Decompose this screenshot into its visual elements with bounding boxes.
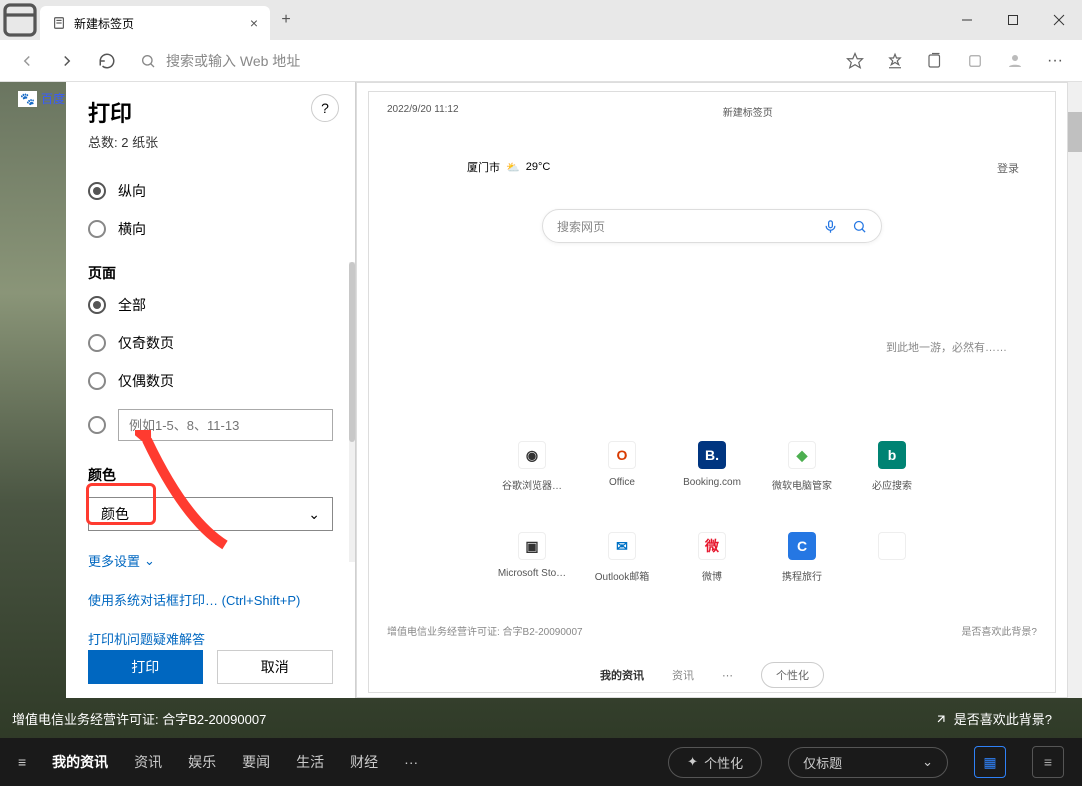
preview-tile: ◆微软电脑管家	[760, 441, 844, 492]
preview-tabs: 我的资讯 资讯 ⋯ 个性化	[600, 662, 824, 688]
preview-bg-q: 是否喜欢此背景?	[961, 623, 1037, 638]
search-icon	[852, 219, 867, 234]
tab-title: 新建标签页	[74, 15, 134, 32]
print-title: 打印	[88, 96, 333, 128]
grid-view-icon[interactable]: ▦	[974, 746, 1006, 778]
preview-tile: OOffice	[580, 441, 664, 492]
preview-tile: 微微博	[670, 532, 754, 583]
profile-icon[interactable]	[998, 44, 1032, 78]
print-button[interactable]: 打印	[88, 650, 203, 684]
color-head: 颜色	[88, 465, 333, 485]
chevron-down-icon: ⌄	[308, 506, 320, 523]
view-select[interactable]: 仅标题⌄	[788, 747, 948, 778]
preview-tile-empty	[850, 532, 934, 583]
footer-nav-news[interactable]: 资讯	[134, 752, 162, 772]
system-dialog-link[interactable]: 使用系统对话框打印… (Ctrl+Shift+P)	[88, 590, 333, 609]
more-icon[interactable]: ···	[1038, 44, 1072, 78]
print-dialog: ? 打印 总数: 2 纸张 纵向 横向 页面 全部 仅奇数页 仅偶数页 颜色 颜…	[66, 82, 356, 698]
menu-icon[interactable]: ≡	[18, 754, 26, 770]
tab-stack-icon[interactable]	[0, 0, 40, 40]
back-button[interactable]	[10, 44, 44, 78]
personalize-button[interactable]: ✦ 个性化	[668, 747, 762, 778]
preview-page: 2022/9/20 11:12 新建标签页 登录 厦门市 ⛅29°C 搜索网页 到…	[368, 91, 1056, 693]
cancel-button[interactable]: 取消	[217, 650, 334, 684]
preview-tile: b必应搜索	[850, 441, 934, 492]
forward-button[interactable]	[50, 44, 84, 78]
favorites-list-icon[interactable]	[878, 44, 912, 78]
panel-scrollbar[interactable]	[349, 262, 355, 562]
tab-close-icon[interactable]: ×	[250, 15, 258, 31]
minimize-button[interactable]	[944, 0, 990, 40]
footer-nav-more[interactable]: ···	[404, 754, 418, 770]
preview-tile: C携程旅行	[760, 532, 844, 583]
preview-time: 2022/9/20 11:12	[387, 104, 459, 119]
tab-active[interactable]: 新建标签页 ×	[40, 6, 270, 40]
page-scrollbar[interactable]	[1068, 82, 1082, 698]
list-view-icon[interactable]: ≡	[1032, 746, 1064, 778]
preview-weather: 厦门市 ⛅29°C	[467, 159, 550, 175]
pages-head: 页面	[88, 263, 333, 283]
footer-nav: ≡ 我的资讯 资讯 娱乐 要闻 生活 财经 ··· ✦ 个性化 仅标题⌄ ▦ ≡	[0, 738, 1082, 786]
preview-quote: 到此地一游，必然有……	[886, 339, 1007, 355]
page-icon	[52, 16, 66, 30]
footer-nav-fin[interactable]: 财经	[350, 752, 378, 772]
more-settings-link[interactable]: 更多设置 ⌄	[88, 551, 333, 570]
footer-nav-mine[interactable]: 我的资讯	[52, 752, 108, 772]
address-bar[interactable]: 搜索或输入 Web 地址	[130, 45, 832, 77]
collections-icon[interactable]	[918, 44, 952, 78]
pages-custom[interactable]	[88, 409, 333, 441]
orientation-landscape[interactable]: 横向	[88, 219, 333, 239]
footer-nav-life[interactable]: 生活	[296, 752, 324, 772]
extensions-icon[interactable]	[958, 44, 992, 78]
preview-tiles: ◉谷歌浏览器…OOfficeB.Booking.com◆微软电脑管家b必应搜索 ▣…	[490, 441, 934, 583]
preview-search: 搜索网页	[542, 209, 882, 243]
preview-tile: ▣Microsoft Sto…	[490, 532, 574, 583]
mic-icon	[823, 219, 838, 234]
preview-tile: B.Booking.com	[670, 441, 754, 492]
preview-title: 新建标签页	[723, 104, 773, 119]
toolbar: 搜索或输入 Web 地址 ···	[0, 40, 1082, 82]
pages-odd[interactable]: 仅奇数页	[88, 333, 333, 353]
preview-tile: ✉Outlook邮箱	[580, 532, 664, 583]
maximize-button[interactable]	[990, 0, 1036, 40]
close-window-button[interactable]	[1036, 0, 1082, 40]
titlebar: 新建标签页 × +	[0, 0, 1082, 40]
search-icon	[140, 53, 156, 69]
troubleshoot-link[interactable]: 打印机问题疑难解答	[88, 629, 333, 648]
bg-question[interactable]: 是否喜欢此背景?	[934, 709, 1052, 728]
orientation-portrait[interactable]: 纵向	[88, 181, 333, 201]
address-placeholder: 搜索或输入 Web 地址	[166, 51, 300, 71]
preview-license: 增值电信业务经营许可证: 合字B2-20090007	[387, 623, 583, 638]
new-tab-button[interactable]: +	[270, 4, 302, 36]
refresh-button[interactable]	[90, 44, 124, 78]
bg-top-label: 🐾百度	[18, 90, 65, 107]
preview-login: 登录	[997, 160, 1019, 176]
footer-nav-top[interactable]: 要闻	[242, 752, 270, 772]
color-select[interactable]: 颜色⌄	[88, 497, 333, 531]
print-preview: 2022/9/20 11:12 新建标签页 登录 厦门市 ⛅29°C 搜索网页 到…	[356, 82, 1068, 698]
pages-input[interactable]	[118, 409, 333, 441]
license-text: 增值电信业务经营许可证: 合字B2-20090007	[12, 709, 266, 728]
print-total: 总数: 2 纸张	[88, 132, 333, 151]
preview-tile: ◉谷歌浏览器…	[490, 441, 574, 492]
favorite-star-icon[interactable]	[838, 44, 872, 78]
footer-nav-ent[interactable]: 娱乐	[188, 752, 216, 772]
help-button[interactable]: ?	[311, 94, 339, 122]
pages-all[interactable]: 全部	[88, 295, 333, 315]
pages-even[interactable]: 仅偶数页	[88, 371, 333, 391]
